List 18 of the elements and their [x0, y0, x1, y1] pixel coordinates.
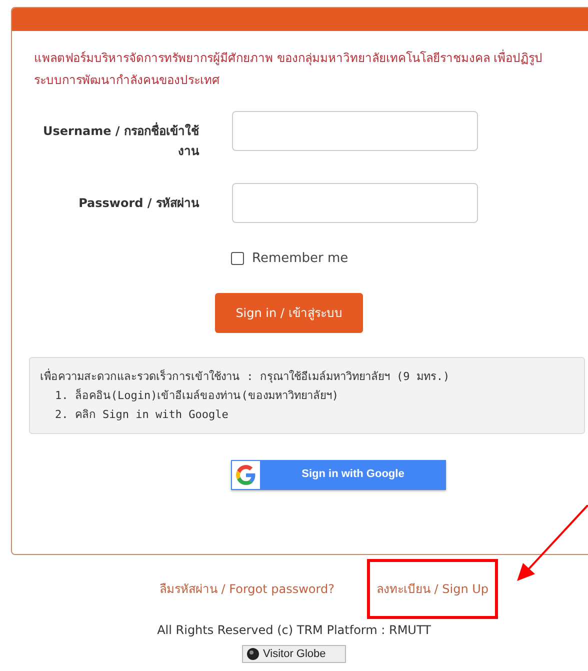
input-field[interactable]	[232, 111, 478, 151]
intro-text: แพลตฟอร์มบริหารจัดการทรัพยากรผู้มีศักยภาพ ของกลุ่มมหาวิทยาลัยเทคโนโลยีราชมงคล เพื่อปฏิรูประบบการพัฒนากำลังคนของประเทศ	[34, 48, 544, 89]
footer-link[interactable]: ลืมรหัสผ่าน / Forgot password?	[150, 559, 344, 619]
note-step: 2. คลิก Sign in with Google	[40, 404, 574, 424]
visitor-globe-badge[interactable]: Visitor Globe	[242, 645, 346, 663]
sign-in-button[interactable]: Sign in / เข้าสู่ระบบ	[215, 292, 363, 332]
globe-icon	[247, 648, 259, 660]
note-heading: เพื่อความสะดวกและรวดเร็วการเข้าใช้งาน : กรุณาใช้อีเมล์มหาวิทยาลัยฯ (9 มทร.)	[40, 368, 451, 385]
remember-checkbox[interactable]	[231, 252, 244, 266]
remember-label: Remember me	[252, 250, 348, 268]
google-sign-in-button[interactable]: Sign in with Google	[231, 460, 446, 490]
copyright-text: All Rights Reserved (c) TRM Platform : RMUTT	[156, 622, 432, 639]
field-label: Username / กรอกชื่อเข้าใช้งาน	[42, 121, 199, 160]
google-logo-icon	[236, 464, 256, 484]
footer-link[interactable]: ลงทะเบียน / Sign Up	[367, 559, 498, 619]
note-step: 1. ล็อคอิน(Login)เข้าอีเมล์ของท่าน(ของมหาวิทยาลัยฯ)	[40, 386, 574, 404]
field-label: Password / รหัสผ่าน	[78, 195, 199, 212]
input-field[interactable]	[232, 183, 478, 223]
